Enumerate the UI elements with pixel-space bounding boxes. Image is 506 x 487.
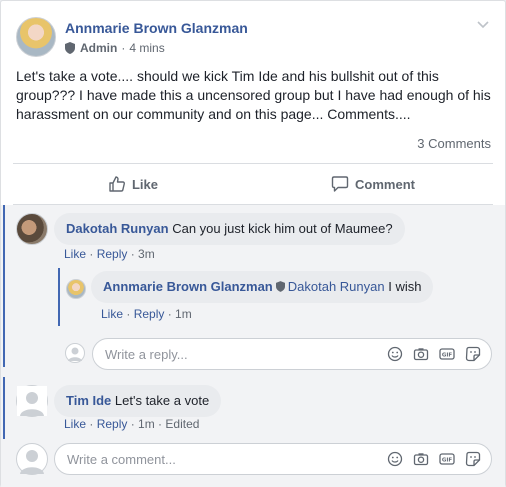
comment-count[interactable]: 3 Comments — [417, 136, 491, 151]
comment-like-link[interactable]: Like — [64, 417, 86, 431]
comment-reply-link[interactable]: Reply — [97, 247, 128, 261]
comment-label: Comment — [355, 176, 415, 192]
comment-actions: Like · Reply · 3m — [64, 247, 155, 261]
my-avatar-small — [65, 343, 85, 363]
reply-author[interactable]: Annmarie Brown Glanzman — [103, 279, 273, 294]
meta-separator: · — [121, 41, 126, 55]
comment-placeholder: Write a comment... — [67, 451, 176, 467]
reply-input-tools: GIF — [377, 346, 481, 362]
comment-text: Can you just kick him out of Maumee? — [172, 221, 393, 236]
emoji-icon[interactable] — [387, 451, 403, 467]
comment-button[interactable]: Comment — [253, 164, 493, 204]
svg-text:GIF: GIF — [442, 458, 453, 464]
reply-text: I wish — [388, 279, 422, 294]
admin-badge: Admin — [80, 41, 118, 55]
comment-edited[interactable]: Edited — [165, 417, 199, 431]
post-text: Let's take a vote.... should we kick Tim… — [16, 68, 491, 122]
reply-reply-link[interactable]: Reply — [134, 307, 165, 321]
comment-time[interactable]: 1m — [138, 417, 155, 431]
post-meta: Admin · 4 mins — [65, 41, 165, 55]
comment-text: Let's take a vote — [114, 393, 210, 408]
comment-input[interactable]: Write a comment... GIF — [54, 443, 492, 475]
shield-icon — [65, 42, 75, 54]
comment-bubble: Tim Ide Let's take a vote — [54, 385, 222, 417]
comment-bubble: Dakotah Runyan Can you just kick him out… — [54, 213, 405, 245]
my-avatar — [16, 443, 48, 475]
like-thumb-icon — [109, 176, 125, 192]
reply-avatar[interactable] — [66, 279, 86, 299]
commenter-avatar[interactable] — [16, 213, 48, 245]
reply-actions: Like · Reply · 1m — [101, 307, 192, 321]
comment-reply-link[interactable]: Reply — [97, 417, 128, 431]
post-author-name[interactable]: Annmarie Brown Glanzman — [65, 20, 248, 36]
post-card: Annmarie Brown Glanzman Admin · 4 mins L… — [0, 0, 506, 487]
shield-icon — [275, 281, 285, 292]
comment-input-tools: GIF — [377, 451, 481, 467]
reply-input[interactable]: Write a reply... GIF — [92, 338, 492, 370]
like-label: Like — [131, 176, 158, 192]
commenter-avatar[interactable] — [16, 385, 48, 417]
emoji-icon[interactable] — [387, 346, 403, 362]
camera-icon[interactable] — [413, 451, 429, 467]
comment-actions: Like · Reply · 1m · Edited — [64, 417, 200, 431]
sticker-icon[interactable] — [465, 451, 481, 467]
comment-time[interactable]: 3m — [138, 247, 155, 261]
post-header: Annmarie Brown Glanzman Admin · 4 mins — [16, 17, 496, 61]
thread-indicator — [3, 377, 5, 439]
reply-mention[interactable]: Dakotah Runyan — [288, 279, 385, 294]
reply-time[interactable]: 1m — [175, 307, 192, 321]
reply-like-link[interactable]: Like — [101, 307, 123, 321]
comment-author[interactable]: Dakotah Runyan — [66, 221, 169, 236]
author-avatar[interactable] — [16, 17, 56, 57]
svg-text:GIF: GIF — [442, 353, 453, 359]
thread-indicator — [3, 205, 5, 367]
comment-like-link[interactable]: Like — [64, 247, 86, 261]
gif-icon[interactable]: GIF — [439, 346, 455, 362]
reply-placeholder: Write a reply... — [105, 346, 188, 362]
reply-bubble: Annmarie Brown Glanzman Dakotah Runyan I … — [91, 271, 434, 303]
sticker-icon[interactable] — [465, 346, 481, 362]
action-row: Like Comment — [13, 164, 493, 204]
camera-icon[interactable] — [413, 346, 429, 362]
post-timestamp[interactable]: 4 mins — [129, 41, 164, 55]
gif-icon[interactable]: GIF — [439, 451, 455, 467]
comments-area: Dakotah Runyan Can you just kick him out… — [1, 205, 505, 487]
reply-thread-indicator — [58, 268, 60, 326]
comment-author[interactable]: Tim Ide — [66, 393, 111, 408]
comment-bubble-icon — [331, 176, 349, 192]
chevron-down-icon[interactable] — [476, 17, 490, 31]
like-button[interactable]: Like — [13, 164, 253, 204]
